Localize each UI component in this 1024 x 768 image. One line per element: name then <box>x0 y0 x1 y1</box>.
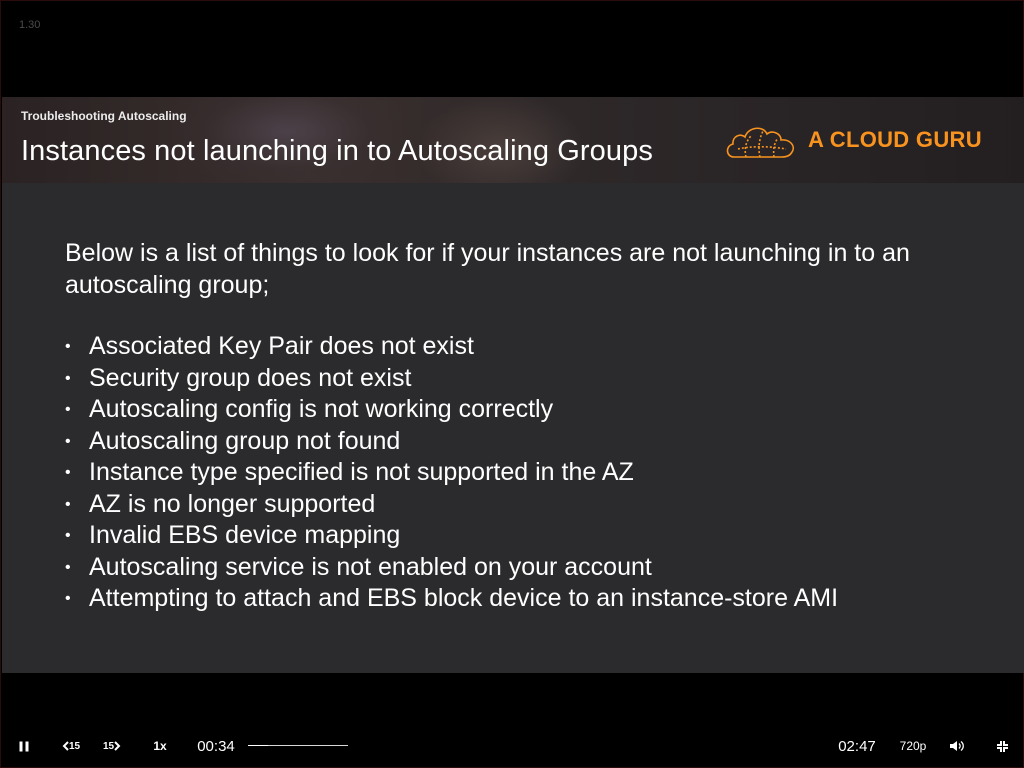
bullet-text: Security group does not exist <box>89 363 412 392</box>
bullet-item: • Invalid EBS device mapping <box>65 520 985 552</box>
bullet-text: Invalid EBS device mapping <box>89 521 401 549</box>
video-player: 1.30 Troubleshooting Autoscaling Instanc… <box>0 0 1024 768</box>
slide-section-label: Troubleshooting Autoscaling <box>21 109 187 123</box>
slide-title: Instances not launching in to Autoscalin… <box>21 135 653 167</box>
bullet-item: • Autoscaling config is not working corre… <box>65 394 985 426</box>
progress-bar[interactable] <box>248 745 348 746</box>
cloud-logo-icon <box>726 127 795 158</box>
bullet-dot-icon: • <box>65 527 71 544</box>
bullet-dot-icon: • <box>65 464 71 481</box>
bullet-text: Attempting to attach and EBS block devic… <box>89 584 839 612</box>
pause-icon <box>19 741 29 751</box>
video-frame[interactable]: Troubleshooting Autoscaling Instances no… <box>2 97 1024 673</box>
bullet-text: Associated Key Pair does not exist <box>89 332 474 360</box>
bullet-dot-icon: • <box>65 369 71 387</box>
version-label: 1.30 <box>19 19 41 31</box>
bullet-item: • AZ is no longer supported <box>65 489 985 521</box>
brand-logo: A CLOUD GURU <box>724 119 1004 163</box>
bullet-item: • Associated Key Pair does not exist <box>65 331 985 363</box>
bullet-dot-icon: • <box>65 338 71 355</box>
bullet-dot-icon: • <box>65 558 71 576</box>
exit-fullscreen-button[interactable] <box>992 731 1012 761</box>
slide-header: Troubleshooting Autoscaling Instances no… <box>2 97 1024 183</box>
quality-button[interactable]: 720p <box>896 731 930 761</box>
total-time: 02:47 <box>838 737 876 755</box>
slide-bullet-list: • Associated Key Pair does not exist • Sec… <box>65 331 985 615</box>
player-controls: 15 15 1x 00:34 02:47 720p <box>2 731 1024 761</box>
exit-fullscreen-icon <box>996 740 1008 752</box>
chevron-right-icon <box>114 741 121 751</box>
progress-fill <box>248 745 269 746</box>
skip-forward-button[interactable]: 15 <box>99 731 125 761</box>
bullet-text: AZ is no longer supported <box>89 489 376 518</box>
bullet-dot-icon: • <box>65 590 71 607</box>
current-time: 00:34 <box>197 737 235 755</box>
bullet-dot-icon: • <box>65 495 71 513</box>
bullet-dot-icon: • <box>65 432 71 450</box>
bullet-text: Instance type specified is not supported… <box>89 458 634 486</box>
playback-speed-button[interactable]: 1x <box>150 731 170 761</box>
skip-forward-label: 15 <box>102 740 115 752</box>
bullet-text: Autoscaling service is not enabled on yo… <box>89 552 652 581</box>
skip-back-button[interactable]: 15 <box>58 731 84 761</box>
skip-back-label: 15 <box>68 740 81 752</box>
volume-button[interactable] <box>947 731 967 761</box>
bullet-text: Autoscaling config is not working correc… <box>89 395 554 423</box>
chevron-left-icon <box>62 741 69 751</box>
volume-icon <box>950 741 964 751</box>
bullet-item: • Instance type specified is not supporte… <box>65 457 985 489</box>
slide-content: Below is a list of things to look for if… <box>65 237 985 615</box>
pause-button[interactable] <box>15 731 33 761</box>
bullet-item: • Autoscaling service is not enabled on y… <box>65 552 985 584</box>
bullet-dot-icon: • <box>65 401 71 418</box>
bullet-text: Autoscaling group not found <box>89 426 401 455</box>
bullet-item: • Autoscaling group not found <box>65 426 985 458</box>
bullet-item: • Attempting to attach and EBS block devi… <box>65 583 985 615</box>
brand-name: A CLOUD GURU <box>808 127 982 152</box>
bullet-item: • Security group does not exist <box>65 363 985 395</box>
slide-intro-text: Below is a list of things to look for if… <box>65 239 910 299</box>
